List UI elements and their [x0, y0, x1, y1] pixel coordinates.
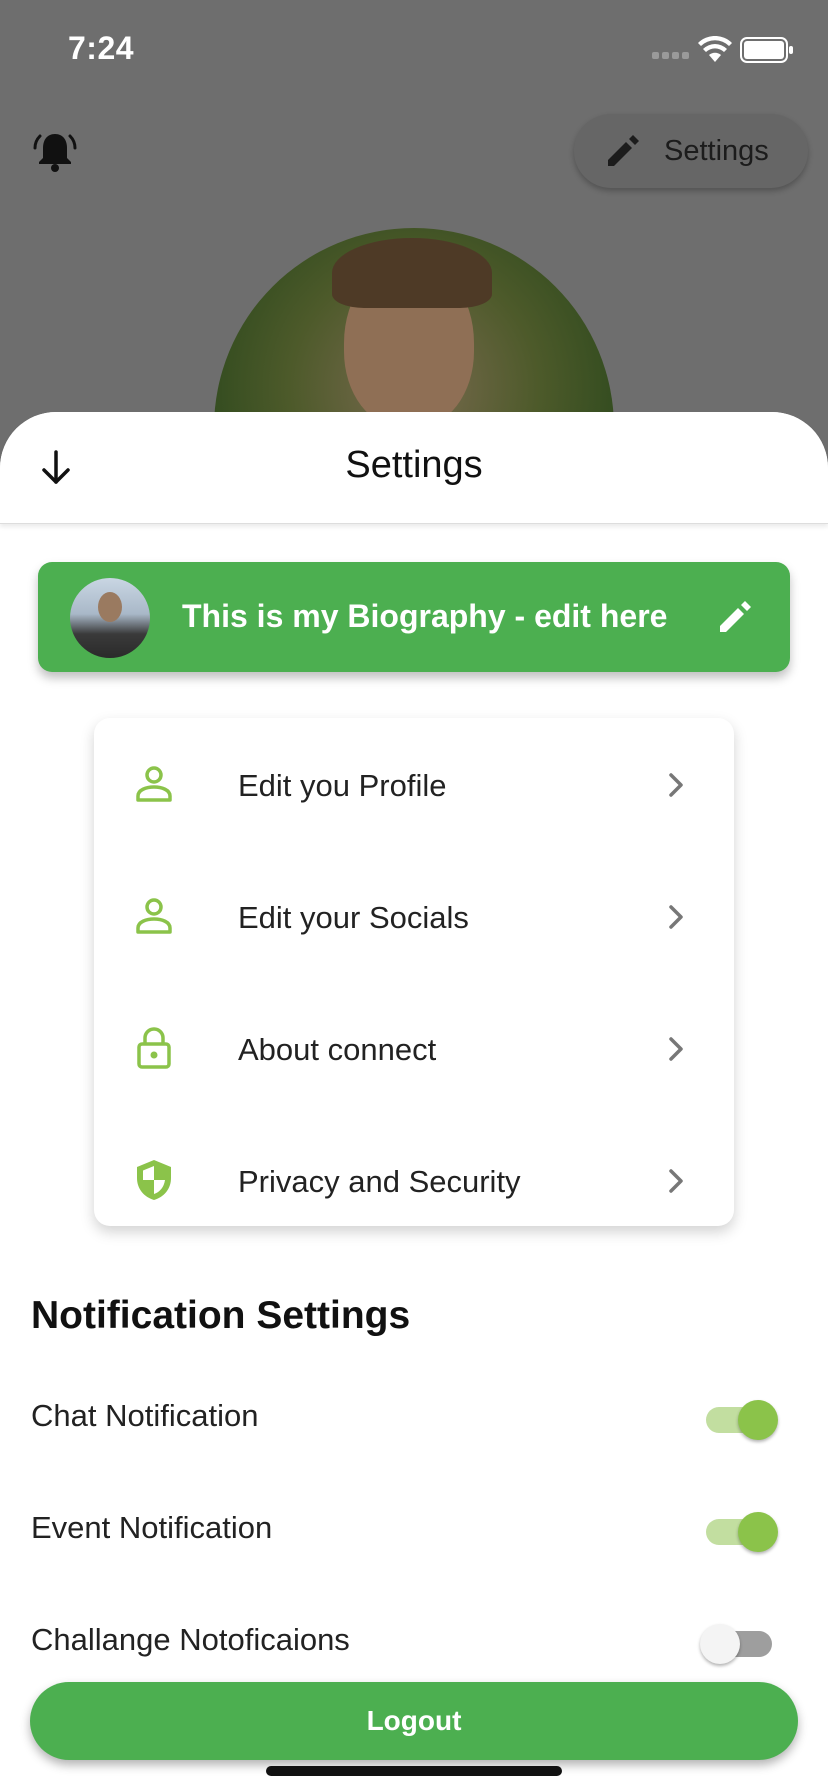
notification-label: Event Notification	[31, 1510, 273, 1545]
status-bar: 7:24	[0, 0, 828, 100]
pencil-icon[interactable]	[714, 596, 756, 638]
notification-settings-heading: Notification Settings	[31, 1294, 411, 1337]
person-icon	[136, 766, 172, 802]
chevron-right-icon	[669, 905, 683, 929]
biography-card[interactable]: This is my Biography - edit here	[38, 562, 790, 672]
challenge-notification-toggle[interactable]	[700, 1622, 780, 1666]
status-time: 7:24	[68, 30, 135, 66]
cellular-signal-icon	[652, 52, 690, 62]
event-notification-toggle[interactable]	[700, 1510, 780, 1554]
menu-item-edit-profile[interactable]: Edit you Profile	[94, 718, 734, 850]
avatar	[70, 578, 150, 658]
settings-chip-label: Settings	[664, 134, 769, 167]
chevron-right-icon	[669, 773, 683, 797]
pencil-icon	[608, 135, 639, 166]
chevron-right-icon	[669, 1169, 683, 1193]
notification-row-challenge: Challange Notoficaions	[0, 1612, 828, 1672]
battery-icon	[740, 37, 793, 63]
shield-icon	[137, 1160, 171, 1200]
menu-item-label: Edit you Profile	[238, 768, 447, 803]
biography-text: This is my Biography - edit here	[182, 598, 668, 634]
settings-sheet: Settings This is my Biography - edit her…	[0, 412, 828, 1792]
menu-item-label: Privacy and Security	[238, 1164, 521, 1199]
menu-item-edit-socials[interactable]: Edit your Socials	[94, 850, 734, 982]
sheet-header: Settings	[0, 412, 828, 524]
menu-item-about-connect[interactable]: About connect	[94, 982, 734, 1114]
notification-row-chat: Chat Notification	[0, 1388, 828, 1448]
wifi-icon	[698, 36, 732, 62]
lock-icon	[137, 1027, 171, 1069]
chat-notification-toggle[interactable]	[700, 1398, 780, 1442]
logout-button[interactable]: Logout	[30, 1682, 798, 1760]
notification-label: Chat Notification	[31, 1398, 259, 1433]
alarm-bell-icon[interactable]	[32, 128, 78, 174]
notification-row-event: Event Notification	[0, 1500, 828, 1560]
menu-item-privacy-security[interactable]: Privacy and Security	[94, 1114, 734, 1246]
settings-menu: Edit you Profile Edit your Socials About…	[94, 718, 734, 1226]
logout-label: Logout	[366, 1705, 462, 1736]
home-indicator[interactable]	[266, 1766, 562, 1776]
sheet-title: Settings	[345, 444, 483, 486]
person-icon	[136, 898, 172, 934]
notification-label: Challange Notoficaions	[31, 1622, 350, 1657]
menu-item-label: Edit your Socials	[238, 900, 469, 935]
menu-item-label: About connect	[238, 1032, 437, 1067]
chevron-right-icon	[669, 1037, 683, 1061]
settings-chip-button[interactable]: Settings	[574, 114, 808, 188]
